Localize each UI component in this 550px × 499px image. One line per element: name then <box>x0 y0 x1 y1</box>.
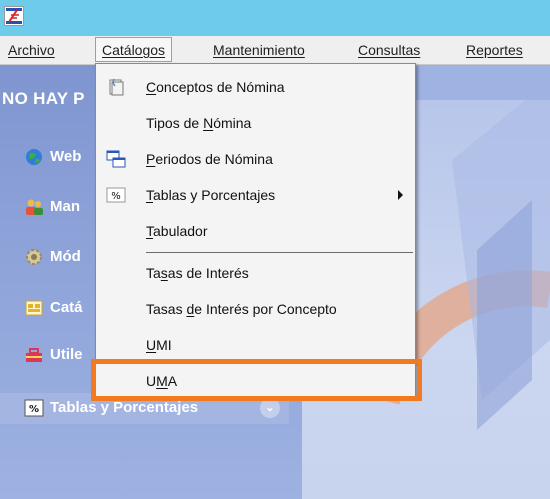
windows-icon <box>106 149 126 169</box>
menu-item-conceptos-de-nomina[interactable]: Conceptos de Nómina <box>96 72 415 102</box>
svg-text:%: % <box>111 191 121 202</box>
menu-catalogos[interactable]: Catálogos <box>95 37 173 62</box>
catalog-icon <box>24 298 44 318</box>
menu-item-umi[interactable]: UMI <box>96 330 415 360</box>
menu-item-tablas-y-porcentajes[interactable]: % Tablas y Porcentajes <box>96 180 415 210</box>
chevron-down-icon[interactable]: ⌄ <box>260 398 280 418</box>
globe-icon <box>24 147 44 167</box>
users-icon <box>24 197 44 217</box>
percent-icon: % <box>24 398 44 418</box>
menu-item-tabulador[interactable]: Tabulador <box>96 216 415 246</box>
menu-bar: Archivo Catálogos Mantenimiento Consulta… <box>0 36 550 65</box>
uma-highlight-box <box>91 359 422 401</box>
title-bar <box>0 0 550 36</box>
menu-mantenimiento[interactable]: Mantenimiento <box>213 42 305 58</box>
toolbox-icon <box>24 345 44 365</box>
menu-item-tasas-de-interes[interactable]: Tasas de Interés <box>96 258 415 288</box>
menu-consultas[interactable]: Consultas <box>358 42 420 58</box>
app-logo-icon <box>4 6 24 26</box>
documents-icon <box>106 77 126 97</box>
gear-icon <box>24 247 44 267</box>
menu-item-tasas-de-interes-por-concepto[interactable]: Tasas de Interés por Concepto <box>96 294 415 324</box>
menu-separator <box>146 252 413 253</box>
menu-item-tipos-de-nomina[interactable]: Tipos de Nómina <box>96 108 415 138</box>
percent-icon: % <box>106 185 126 205</box>
svg-text:%: % <box>29 404 39 415</box>
catalogos-dropdown: Conceptos de Nómina Tipos de Nómina Peri… <box>95 63 416 397</box>
panel-title: NO HAY P <box>2 89 85 108</box>
menu-item-periodos-de-nomina[interactable]: Periodos de Nómina <box>96 144 415 174</box>
menu-archivo[interactable]: Archivo <box>8 42 55 58</box>
submenu-arrow-icon <box>398 190 403 200</box>
menu-reportes[interactable]: Reportes <box>466 42 523 58</box>
